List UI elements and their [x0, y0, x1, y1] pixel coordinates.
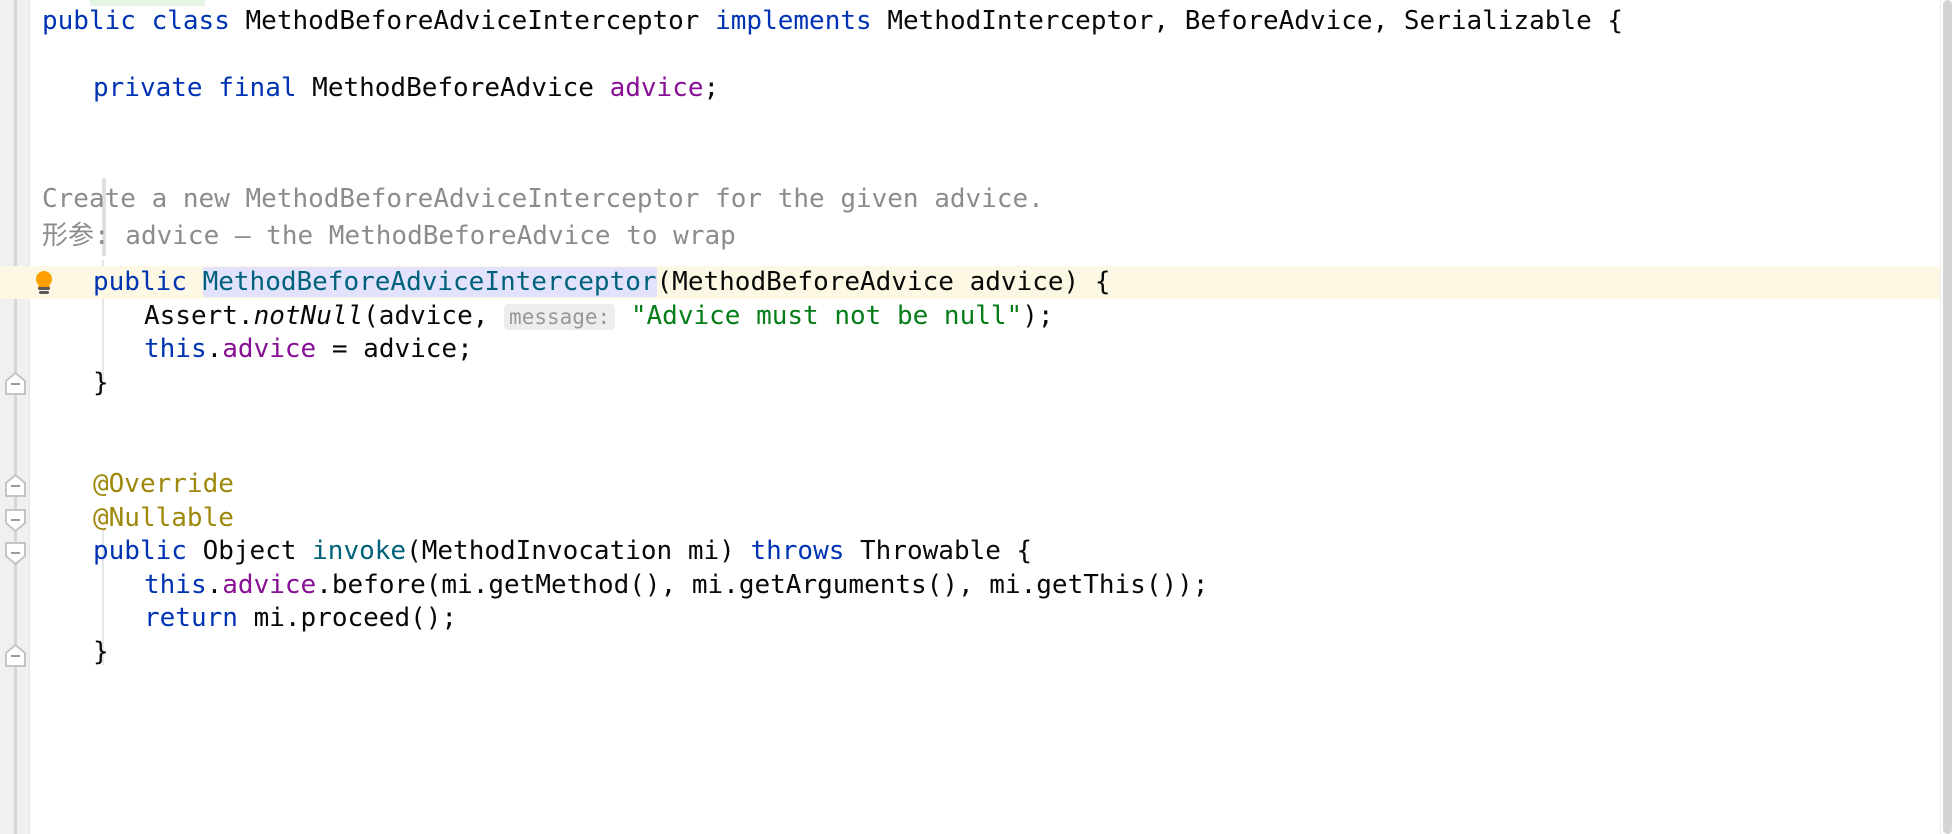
fold-expand-icon[interactable]	[4, 372, 27, 397]
token: mi.proceed();	[237, 603, 458, 633]
token: );	[1022, 301, 1054, 331]
line-anno-nullable[interactable]: @Nullable	[30, 502, 1940, 535]
token: (advice,	[363, 301, 505, 331]
token: (MethodBeforeAdvice advice) {	[656, 267, 1111, 297]
line-invoke-decl-text: public Object invoke(MethodInvocation mi…	[42, 536, 1032, 566]
line-assert-notnull-text: Assert.notNull(advice, message: "Advice …	[42, 301, 1054, 331]
token: MethodBeforeAdviceInterceptor	[229, 6, 716, 36]
line-constructor-text: public MethodBeforeAdviceInterceptor(Met…	[42, 267, 1110, 297]
token: .	[206, 570, 223, 600]
line-class-decl-text: public class MethodBeforeAdviceIntercept…	[42, 6, 1623, 36]
line-doc-param[interactable]: 形参: advice – the MethodBeforeAdvice to w…	[30, 220, 1940, 253]
token: private	[93, 73, 203, 103]
token: .	[206, 334, 223, 364]
token: throws	[750, 536, 845, 566]
token: return	[144, 603, 238, 633]
fold-collapse-icon[interactable]	[4, 508, 27, 533]
token: (MethodInvocation mi)	[406, 536, 751, 566]
token: advice	[222, 334, 317, 364]
token: MethodBeforeAdviceInterceptor	[202, 267, 657, 297]
token: "Advice must not be null"	[630, 301, 1023, 331]
line-advice-before-text: this.advice.before(mi.getMethod(), mi.ge…	[42, 570, 1208, 600]
line-constructor[interactable]: public MethodBeforeAdviceInterceptor(Met…	[0, 266, 1954, 300]
token: invoke	[312, 536, 407, 566]
line-class-decl[interactable]: public class MethodBeforeAdviceIntercept…	[30, 5, 1940, 38]
line-return-proceed[interactable]: return mi.proceed();	[30, 602, 1940, 635]
line-constructor-close[interactable]: }	[30, 367, 1940, 400]
line-doc-param-text: 形参: advice – the MethodBeforeAdvice to w…	[42, 221, 736, 251]
token: final	[218, 73, 297, 103]
code-content[interactable]: public class MethodBeforeAdviceIntercept…	[0, 0, 1954, 834]
fold-expand-icon[interactable]	[4, 644, 27, 669]
token: }	[93, 368, 109, 398]
line-field-advice-text: private final MethodBeforeAdvice advice;	[42, 73, 719, 103]
token: .before(mi.getMethod(), mi.getArguments(…	[316, 570, 1209, 600]
line-constructor-close-text: }	[42, 368, 109, 398]
intention-bulb-icon[interactable]	[33, 270, 55, 296]
fold-collapse-icon[interactable]	[4, 541, 27, 566]
token: class	[151, 6, 230, 36]
line-invoke-close[interactable]: }	[30, 636, 1940, 669]
token: this	[144, 334, 207, 364]
token: = advice;	[316, 334, 473, 364]
token: message:	[504, 304, 616, 330]
token: implements	[715, 6, 872, 36]
token: Create a new MethodBeforeAdviceIntercept…	[42, 184, 1044, 214]
vertical-scrollbar[interactable]	[1940, 0, 1954, 834]
line-doc-summary[interactable]: Create a new MethodBeforeAdviceIntercept…	[30, 183, 1940, 216]
line-assign-advice-text: this.advice = advice;	[42, 334, 473, 364]
scrollbar-thumb[interactable]	[1943, 0, 1952, 834]
token: ;	[703, 73, 720, 103]
token: @Nullable	[93, 503, 234, 533]
line-doc-summary-text: Create a new MethodBeforeAdviceIntercept…	[42, 184, 1044, 214]
token: advice	[609, 73, 704, 103]
token: advice	[222, 570, 317, 600]
line-anno-override-text: @Override	[42, 469, 234, 499]
line-anno-override[interactable]: @Override	[30, 468, 1940, 501]
token: Object	[186, 536, 313, 566]
token: notNull	[253, 301, 364, 331]
fold-rail	[14, 0, 17, 834]
token: public	[93, 267, 187, 297]
token: MethodInterceptor, BeforeAdvice, Seriali…	[871, 6, 1624, 36]
scrollbar-track	[1940, 0, 1941, 834]
token: 形参: advice – the MethodBeforeAdvice to w…	[42, 221, 736, 251]
line-anno-nullable-text: @Nullable	[42, 503, 234, 533]
token: MethodBeforeAdvice	[296, 73, 610, 103]
code-editor[interactable]: public class MethodBeforeAdviceIntercept…	[0, 0, 1954, 834]
lightbulb-glyph	[36, 271, 52, 294]
line-field-advice[interactable]: private final MethodBeforeAdvice advice;	[30, 72, 1940, 105]
line-assert-notnull[interactable]: Assert.notNull(advice, message: "Advice …	[30, 300, 1940, 333]
token: Throwable {	[844, 536, 1033, 566]
line-advice-before[interactable]: this.advice.before(mi.getMethod(), mi.ge…	[30, 569, 1940, 602]
token: public	[93, 536, 187, 566]
token: }	[93, 637, 109, 667]
token: this	[144, 570, 207, 600]
token: public	[42, 6, 136, 36]
line-invoke-decl[interactable]: public Object invoke(MethodInvocation mi…	[30, 535, 1940, 568]
line-invoke-close-text: }	[42, 637, 109, 667]
line-assign-advice[interactable]: this.advice = advice;	[30, 333, 1940, 366]
token: Assert.	[144, 301, 254, 331]
line-return-proceed-text: return mi.proceed();	[42, 603, 457, 633]
fold-expand-icon[interactable]	[4, 474, 27, 499]
token: @Override	[93, 469, 234, 499]
